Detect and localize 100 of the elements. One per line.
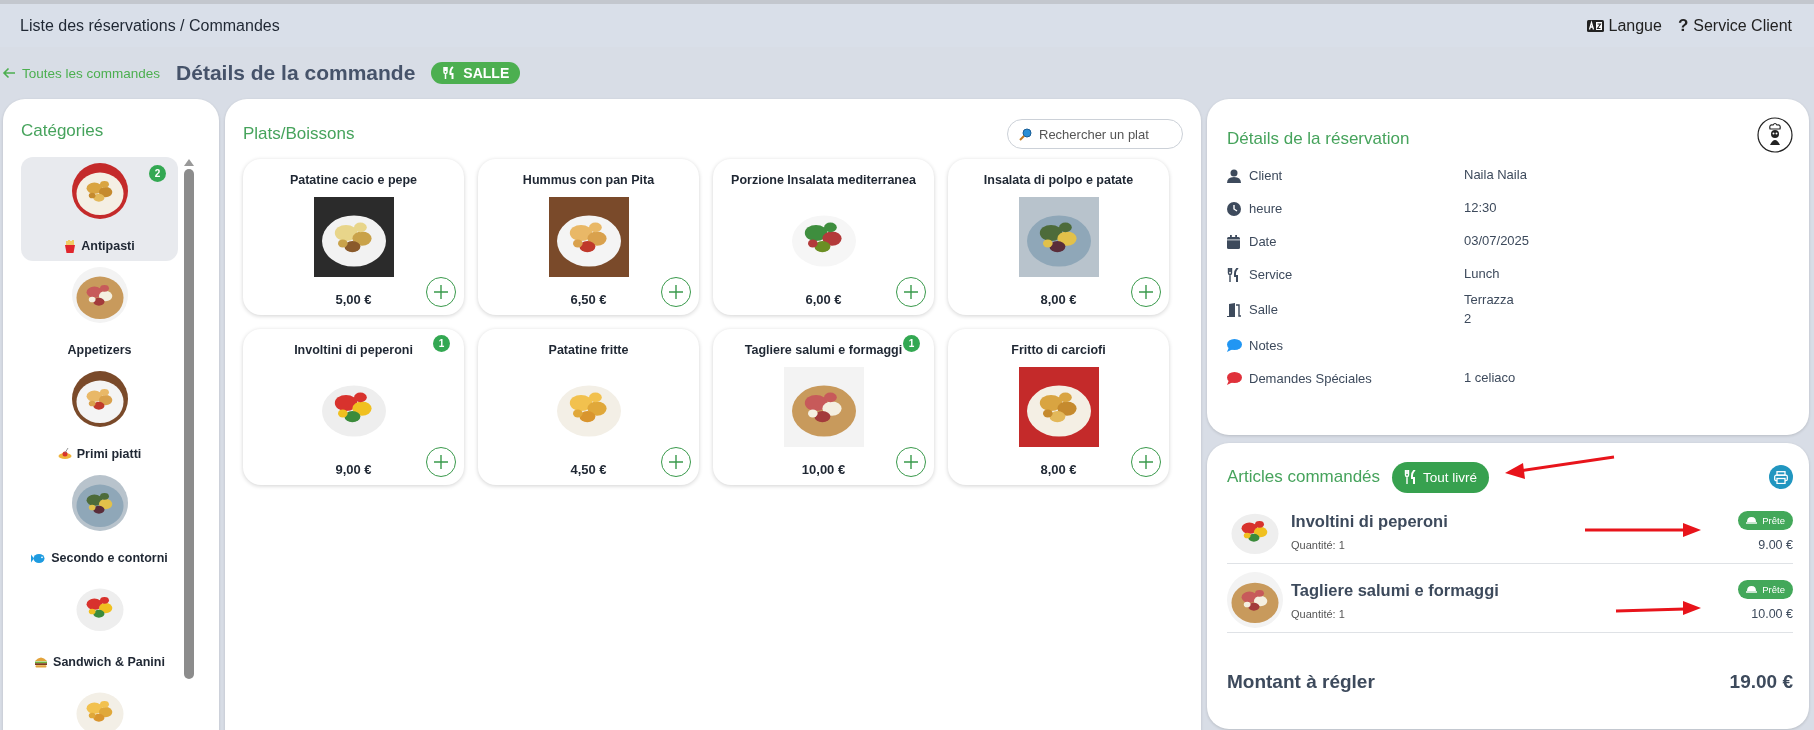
field-label: Client (1249, 168, 1284, 183)
dish-price: 8,00 € (1039, 292, 1078, 307)
add-button[interactable] (661, 447, 691, 477)
plus-icon (434, 285, 448, 299)
panel-title: Catégories (21, 121, 105, 141)
article-quantity: Quantité: 1 (1291, 538, 1345, 551)
scroll-up-icon[interactable] (182, 157, 196, 167)
dish-card[interactable]: Porzione Insalata mediterranea 6,00 € (713, 159, 934, 315)
dish-card[interactable]: Fritto di carciofi 8,00 € (948, 329, 1169, 485)
dish-card[interactable]: Insalata di polpo e patate 8,00 € (948, 159, 1169, 315)
plus-icon (904, 285, 918, 299)
cutlery-icon (442, 66, 457, 80)
category-item[interactable]: Sandwich & Panini (21, 573, 178, 677)
category-name: Appetizers (67, 343, 132, 357)
dish-card[interactable]: Involtini di peperoni 1 9,00 € (243, 329, 464, 485)
category-name: Antipasti (81, 239, 135, 253)
dish-card[interactable]: Hummus con pan Pita 6,50 € (478, 159, 699, 315)
category-item[interactable]: Primi piatti (21, 365, 178, 469)
article-quantity: Quantité: 1 (1291, 607, 1345, 620)
field-label: Service (1249, 267, 1294, 282)
add-button[interactable] (896, 277, 926, 307)
dish-card[interactable]: Tagliere salumi e formaggi 1 10,00 € (713, 329, 934, 485)
field-value: 1 celiaco (1464, 368, 1517, 387)
article-price: 10.00 € (1751, 606, 1793, 621)
dish-name: Insalata di polpo e patate (983, 173, 1134, 189)
dish-price: 4,50 € (569, 462, 608, 477)
count-badge: 1 (903, 335, 920, 352)
page-title: Détails de la commande (176, 61, 416, 85)
field-value: 03/07/2025 (1464, 232, 1531, 251)
dish-price: 6,50 € (569, 292, 608, 307)
count-badge: 1 (433, 335, 450, 352)
search-field[interactable]: Rechercher un plat (1007, 119, 1183, 149)
field-value: Terrazza 2 (1464, 291, 1515, 328)
article-name: Involtini di peperoni (1291, 511, 1448, 531)
add-button[interactable] (1131, 277, 1161, 307)
total-label: Montant à régler (1227, 671, 1375, 693)
plus-icon (1139, 285, 1153, 299)
dish-name: Patatine cacio e pepe (289, 173, 418, 189)
dish-price: 10,00 € (800, 462, 847, 477)
count-badge: 2 (149, 165, 166, 182)
dish-card[interactable]: Patatine fritte 4,50 € (478, 329, 699, 485)
cloche-icon (1746, 516, 1758, 524)
language-link[interactable]: Langue (1586, 16, 1662, 35)
category-name: Primi piatti (76, 447, 142, 461)
dish-name: Patatine fritte (548, 343, 629, 359)
search-icon (1019, 128, 1032, 141)
category-name: Secondo e contorni (51, 551, 168, 565)
burger-icon (34, 656, 49, 668)
dish-name: Tagliere salumi e formaggi (744, 343, 903, 359)
field-value: Naila Naila (1464, 166, 1528, 185)
dish-price: 8,00 € (1039, 462, 1078, 477)
fries-icon (64, 239, 77, 253)
field-value: Lunch (1464, 265, 1501, 284)
add-button[interactable] (426, 447, 456, 477)
plus-icon (669, 285, 683, 299)
add-button[interactable] (426, 277, 456, 307)
dish-price: 5,00 € (334, 292, 373, 307)
dish-card[interactable]: Patatine cacio e pepe 5,00 € (243, 159, 464, 315)
category-item[interactable]: Appetizers (21, 261, 178, 365)
plus-icon (904, 455, 918, 469)
plus-icon (1139, 455, 1153, 469)
add-button[interactable] (661, 277, 691, 307)
print-button[interactable] (1769, 465, 1793, 489)
add-button[interactable] (1131, 447, 1161, 477)
article-name: Tagliere salumi e formaggi (1291, 580, 1499, 600)
panel-title: Articles commandés (1227, 467, 1381, 487)
dish-name: Hummus con pan Pita (522, 173, 655, 189)
panel-title: Détails de la réservation (1227, 129, 1410, 149)
help-link[interactable]: ? Service Client (1677, 15, 1792, 36)
dish-name: Porzione Insalata mediterranea (731, 173, 916, 189)
dish-price: 6,00 € (804, 292, 843, 307)
field-label: Notes (1249, 337, 1284, 353)
add-button[interactable] (896, 447, 926, 477)
article-price: 9.00 € (1758, 537, 1793, 552)
panel-title: Plats/Boissons (243, 124, 355, 144)
fish-icon (31, 552, 47, 564)
dish-name: Involtini di peperoni (294, 343, 413, 359)
dish-price: 9,00 € (334, 462, 373, 477)
plus-icon (434, 455, 448, 469)
plus-icon (669, 455, 683, 469)
cutlery-icon (1404, 470, 1418, 484)
field-label: Date (1249, 234, 1278, 249)
language-icon (1586, 19, 1604, 32)
scrollbar-thumb[interactable] (184, 169, 194, 679)
arrow-left-icon (2, 67, 16, 79)
pasta-icon (57, 448, 72, 460)
cloche-icon (1746, 585, 1758, 593)
breadcrumb: Liste des réservations / Commandes (20, 16, 280, 35)
field-label: Demandes Spéciales (1249, 370, 1373, 386)
category-item[interactable]: 2 Antipasti (21, 157, 178, 261)
service-badge: SALLE (431, 62, 521, 84)
category-item[interactable]: Secondo e contorni (21, 469, 178, 573)
field-value: 12:30 (1464, 199, 1498, 218)
field-label: Salle (1249, 302, 1279, 318)
total-amount: 19.00 € (1729, 671, 1793, 693)
category-name: Sandwich & Panini (53, 655, 165, 669)
dish-name: Fritto di carciofi (1011, 343, 1106, 359)
field-label: heure (1249, 201, 1284, 216)
printer-icon (1774, 470, 1788, 484)
chef-icon[interactable] (1757, 117, 1793, 153)
